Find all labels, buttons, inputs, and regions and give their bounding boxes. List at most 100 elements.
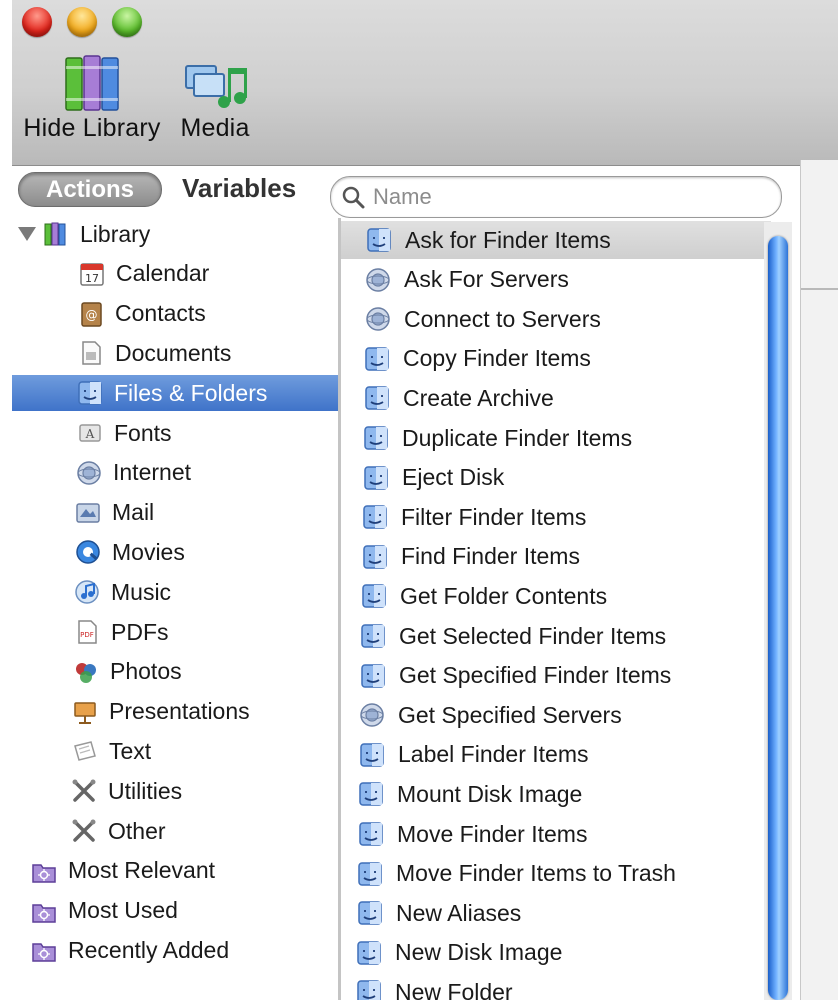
action-item-label: Mount Disk Image — [397, 780, 583, 807]
media-button[interactable]: Media — [178, 52, 252, 143]
action-item[interactable]: Get Specified Servers — [341, 696, 771, 734]
action-item[interactable]: Mount Disk Image — [341, 775, 771, 813]
finder-icon — [357, 780, 385, 808]
minimize-button[interactable] — [67, 7, 97, 37]
action-item-label: Get Selected Finder Items — [399, 622, 667, 649]
library-item[interactable]: A Fonts — [12, 415, 338, 451]
action-item[interactable]: New Disk Image — [341, 934, 771, 972]
action-item[interactable]: Find Finder Items — [341, 538, 771, 576]
library-item[interactable]: PDF PDFs — [12, 614, 338, 650]
action-item[interactable]: Copy Finder Items — [341, 340, 771, 378]
library-item[interactable]: 17 Calendar — [12, 256, 338, 292]
library-item[interactable]: Library — [12, 216, 338, 252]
actions-list[interactable]: Ask for Finder Items Ask For Servers Conne… — [341, 218, 791, 1000]
svg-text:17: 17 — [85, 272, 99, 285]
action-item[interactable]: New Aliases — [341, 894, 771, 932]
library-item-label: Most Used — [68, 897, 178, 924]
network-icon — [364, 266, 392, 294]
library-item[interactable]: Photos — [12, 654, 338, 690]
action-item-label: Connect to Servers — [404, 305, 601, 332]
action-item[interactable]: Ask For Servers — [341, 261, 771, 299]
action-item[interactable]: New Folder — [341, 973, 771, 1000]
action-item[interactable]: Create Archive — [341, 379, 771, 417]
library-item[interactable]: @ Contacts — [12, 296, 338, 332]
close-button[interactable] — [22, 7, 52, 37]
disclosure-triangle-icon[interactable] — [18, 227, 36, 241]
action-item-label: Get Specified Finder Items — [399, 662, 672, 689]
action-item[interactable]: Filter Finder Items — [341, 498, 771, 536]
library-item[interactable]: Movies — [12, 534, 338, 570]
hide-library-button[interactable]: Hide Library — [22, 52, 162, 143]
zoom-button[interactable] — [112, 7, 142, 37]
library-books-icon — [22, 52, 162, 114]
library-item[interactable]: Documents — [12, 335, 338, 371]
library-item[interactable]: Most Used — [12, 893, 338, 929]
action-item[interactable]: Get Specified Finder Items — [341, 657, 771, 695]
search-icon — [342, 186, 365, 209]
action-item[interactable]: Eject Disk — [341, 459, 771, 497]
library-item[interactable]: Utilities — [12, 773, 338, 809]
action-item[interactable]: Get Folder Contents — [341, 577, 771, 615]
hide-library-label: Hide Library — [23, 114, 161, 142]
action-item[interactable]: Move Finder Items to Trash — [341, 855, 771, 893]
library-item[interactable]: Text — [12, 733, 338, 769]
library-item-label: Contacts — [115, 300, 206, 327]
library-item-label: Internet — [113, 459, 191, 486]
fonts-icon: A — [76, 419, 104, 447]
finder-icon — [361, 503, 389, 531]
finder-icon — [365, 226, 393, 254]
library-item[interactable]: Other — [12, 813, 338, 849]
action-item[interactable]: Get Selected Finder Items — [341, 617, 771, 655]
finder-icon — [359, 662, 387, 690]
library-item-label: Photos — [110, 658, 182, 685]
finder-icon — [356, 860, 384, 888]
media-label: Media — [180, 114, 250, 142]
search-field[interactable] — [330, 176, 782, 218]
finder-icon — [360, 582, 388, 610]
library-item[interactable]: Mail — [12, 495, 338, 531]
tab-variables[interactable]: Variables — [182, 172, 296, 205]
library-icon — [42, 220, 70, 248]
action-item[interactable]: Move Finder Items — [341, 815, 771, 853]
action-item[interactable]: Ask for Finder Items — [341, 221, 771, 259]
library-item-label: Presentations — [109, 698, 250, 725]
finder-icon — [362, 424, 390, 452]
utilities-icon — [70, 777, 98, 805]
presentations-icon — [71, 698, 99, 726]
library-item[interactable]: Internet — [12, 455, 338, 491]
finder-icon — [362, 464, 390, 492]
search-input[interactable] — [371, 182, 765, 212]
automator-window: Hide Library Media Actions Variables Nam… — [12, 0, 838, 1000]
scroll-thumb[interactable] — [768, 236, 788, 1000]
action-item-label: Ask For Servers — [404, 266, 569, 293]
action-item-label: Create Archive — [403, 384, 554, 411]
documents-icon — [77, 339, 105, 367]
tab-actions[interactable]: Actions — [18, 172, 162, 207]
library-item[interactable]: Most Relevant — [12, 853, 338, 889]
action-item-label: New Disk Image — [395, 939, 563, 966]
finder-icon — [359, 622, 387, 650]
library-item[interactable]: Music — [12, 574, 338, 610]
finder-icon — [358, 741, 386, 769]
library-item[interactable]: Files & Folders — [12, 375, 338, 412]
library-pane[interactable]: Library 17 Calendar @ Contacts Documents Files… — [12, 218, 338, 1000]
toolbar: Hide Library Media — [12, 0, 838, 166]
action-item-label: Eject Disk — [402, 464, 505, 491]
library-item[interactable]: Presentations — [12, 694, 338, 730]
action-item[interactable]: Connect to Servers — [341, 300, 771, 338]
library-item[interactable]: Recently Added — [12, 932, 338, 968]
action-item-label: Filter Finder Items — [401, 503, 587, 530]
other-icon — [70, 817, 98, 845]
library-item-label: Recently Added — [68, 936, 230, 963]
smart-folder-icon — [30, 897, 58, 925]
music-icon — [73, 578, 101, 606]
finder-icon — [76, 379, 104, 407]
action-item-label: Move Finder Items — [397, 820, 588, 847]
action-item[interactable]: Duplicate Finder Items — [341, 419, 771, 457]
actions-scrollbar[interactable] — [764, 222, 792, 1000]
library-item-label: Mail — [112, 499, 155, 526]
action-item-label: Ask for Finder Items — [405, 226, 611, 253]
action-item-label: Move Finder Items to Trash — [396, 860, 676, 887]
action-item[interactable]: Label Finder Items — [341, 736, 771, 774]
svg-text:A: A — [85, 427, 95, 441]
